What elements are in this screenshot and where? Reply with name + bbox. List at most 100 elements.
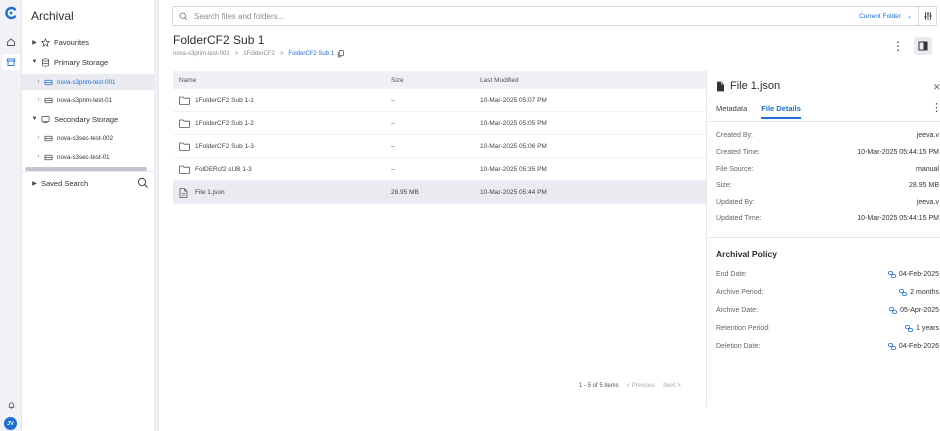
storage-box-icon (41, 115, 50, 124)
chevron-right-icon[interactable]: › (35, 154, 42, 160)
folder-icon (179, 119, 190, 128)
table-row[interactable]: FolDERcf2 sUB 1-3 -- 10-Mar-2025 05:35 P… (173, 158, 706, 181)
search-icon[interactable] (137, 177, 149, 189)
search-bar[interactable]: Search files and folders... Current Fold… (172, 6, 937, 26)
breadcrumb: nova-s3prim-test-001 > 1FolderCF2 > Fold… (173, 50, 344, 58)
breadcrumb-separator: > (279, 51, 284, 57)
chevron-right-icon[interactable]: › (35, 97, 42, 103)
policy-row: Deletion Date: 04-Feb-2026 (716, 343, 939, 350)
link-icon (899, 289, 908, 296)
expand-caret-icon[interactable]: ▶ (31, 180, 38, 187)
copy-icon[interactable] (337, 50, 344, 58)
row-size: -- (391, 142, 396, 150)
detail-value: jeeva.v (916, 132, 939, 139)
detail-row: Updated Time: 10-Mar-2025 05:44:15 PM (716, 215, 939, 222)
folder-icon (179, 96, 190, 105)
collapse-caret-icon[interactable]: ▼ (31, 59, 38, 65)
drive-icon (44, 96, 53, 105)
drive-icon (44, 153, 53, 162)
sidebar-item-label: nova-s3prim-test-001 (57, 78, 116, 86)
detail-value: 28.95 MB (909, 182, 939, 189)
sidebar-item-saved-search[interactable]: ▶ Saved Search (22, 175, 156, 191)
sidebar-vertical-scrollbar[interactable] (154, 0, 158, 431)
sidebar-item-secondary-storage[interactable]: ▼ Secondary Storage (22, 111, 156, 127)
table-row-selected[interactable]: File 1.json 28.95 MB 10-Mar-2025 05:44 P… (173, 181, 706, 204)
breadcrumb-current: FolderCF2 Sub 1 (288, 51, 335, 57)
column-header-size[interactable]: Size (391, 77, 480, 84)
row-size: -- (391, 96, 396, 104)
policy-key: Deletion Date: (716, 343, 761, 350)
user-avatar[interactable]: JV (4, 417, 17, 430)
sidebar-item-primary-storage[interactable]: ▼ Primary Storage (22, 54, 156, 70)
sidebar-item-nova-s3sec-test-002[interactable]: › nova-s3sec-test-002 (22, 130, 156, 146)
chevron-right-icon[interactable]: › (35, 135, 42, 141)
chevron-right-icon[interactable]: › (35, 79, 42, 85)
policy-row: End Date: 04-Feb-2025 (716, 271, 939, 278)
table-row[interactable]: 1FolderCF2 Sub 1-3 -- 10-Mar-2025 05:06 … (173, 135, 706, 158)
detail-row: Size: 28.95 MB (716, 182, 939, 189)
sidebar-item-nova-s3prim-test-001[interactable]: › nova-s3prim-test-001 (22, 74, 156, 90)
previous-page-button[interactable]: < Previous (627, 383, 656, 389)
row-modified: 10-Mar-2025 05:06 PM (480, 142, 547, 150)
details-panel-toggle-button[interactable] (914, 37, 932, 55)
link-icon (888, 271, 896, 278)
next-page-button[interactable]: Next > (663, 383, 681, 389)
breadcrumb-separator: > (234, 51, 239, 57)
archival-policy-title: Archival Policy (716, 249, 777, 259)
home-icon[interactable] (2, 34, 20, 50)
row-modified: 10-Mar-2025 05:35 PM (480, 165, 547, 173)
search-scope-dropdown[interactable]: Current Folder ⌄ (859, 13, 912, 20)
column-header-last-modified[interactable]: Last Modified (480, 77, 706, 84)
detail-row: Created By: jeeva.v (716, 132, 939, 139)
search-scope-label: Current Folder (859, 12, 901, 20)
sidebar-item-label: Primary Storage (54, 57, 109, 67)
tab-divider (707, 121, 940, 122)
sidebar-item-nova-s3prim-test-01[interactable]: › nova-s3prim-test-01 (22, 92, 156, 108)
archive-icon[interactable] (2, 54, 20, 70)
main-content: Search files and folders... Current Fold… (159, 0, 940, 431)
file-icon (179, 187, 190, 198)
row-size: 28.95 MB (391, 188, 419, 196)
table-row[interactable]: 1FolderCF2 Sub 1-1 -- 10-Mar-2025 05:07 … (173, 89, 706, 112)
row-name: FolDERcf2 sUB 1-3 (195, 165, 252, 173)
column-header-name[interactable]: Name (173, 77, 391, 84)
drive-icon (44, 78, 53, 87)
detail-key: File Source: (716, 166, 754, 173)
sidebar-title: Archival (31, 9, 74, 23)
search-input[interactable]: Search files and folders... (194, 12, 859, 21)
close-icon[interactable]: ✕ (933, 82, 940, 93)
sidebar-item-label: nova-s3prim-test-01 (57, 96, 113, 104)
more-options-icon[interactable]: ⋮ (892, 38, 904, 54)
filter-settings-button[interactable] (918, 7, 936, 25)
app-logo-icon (4, 6, 18, 20)
row-name: File 1.json (195, 188, 225, 196)
policy-row: Retention Period: 1 years (716, 325, 939, 332)
row-name: 1FolderCF2 Sub 1-2 (195, 119, 254, 127)
notification-bell-icon[interactable] (2, 397, 20, 413)
policy-value: 04-Feb-2025 (898, 271, 939, 278)
folder-icon (179, 165, 190, 174)
policy-row: Archive Period: 2 months (716, 289, 939, 296)
sidebar-item-favourites[interactable]: ▶ Favourites (22, 34, 156, 50)
link-icon (888, 343, 896, 350)
sliders-icon (923, 12, 932, 20)
sidebar-item-nova-s3sec-test-01[interactable]: › nova-s3sec-test-01 (22, 149, 156, 165)
detail-key: Created By: (716, 132, 753, 139)
breadcrumb-item[interactable]: nova-s3prim-test-001 (173, 51, 230, 57)
chevron-down-icon: ⌄ (906, 13, 912, 20)
sidebar-item-label: Saved Search (41, 178, 89, 188)
detail-key: Updated Time: (716, 215, 762, 222)
expand-caret-icon[interactable]: ▶ (31, 39, 38, 46)
panel-more-options-icon[interactable]: ⋮ (931, 101, 940, 114)
table-row[interactable]: 1FolderCF2 Sub 1-2 -- 10-Mar-2025 05:05 … (173, 112, 706, 135)
row-modified: 10-Mar-2025 05:44 PM (480, 188, 547, 196)
folder-icon (179, 142, 190, 151)
detail-row: Created Time: 10-Mar-2025 05:44:15 PM (716, 149, 939, 156)
tab-metadata[interactable]: Metadata (716, 104, 747, 119)
breadcrumb-item[interactable]: 1FolderCF2 (243, 51, 275, 57)
tab-file-details[interactable]: File Details (761, 104, 801, 119)
detail-value: jeeva.v (916, 199, 939, 206)
collapse-caret-icon[interactable]: ▼ (31, 116, 38, 122)
detail-key: Created Time: (716, 149, 760, 156)
search-icon (179, 12, 188, 21)
